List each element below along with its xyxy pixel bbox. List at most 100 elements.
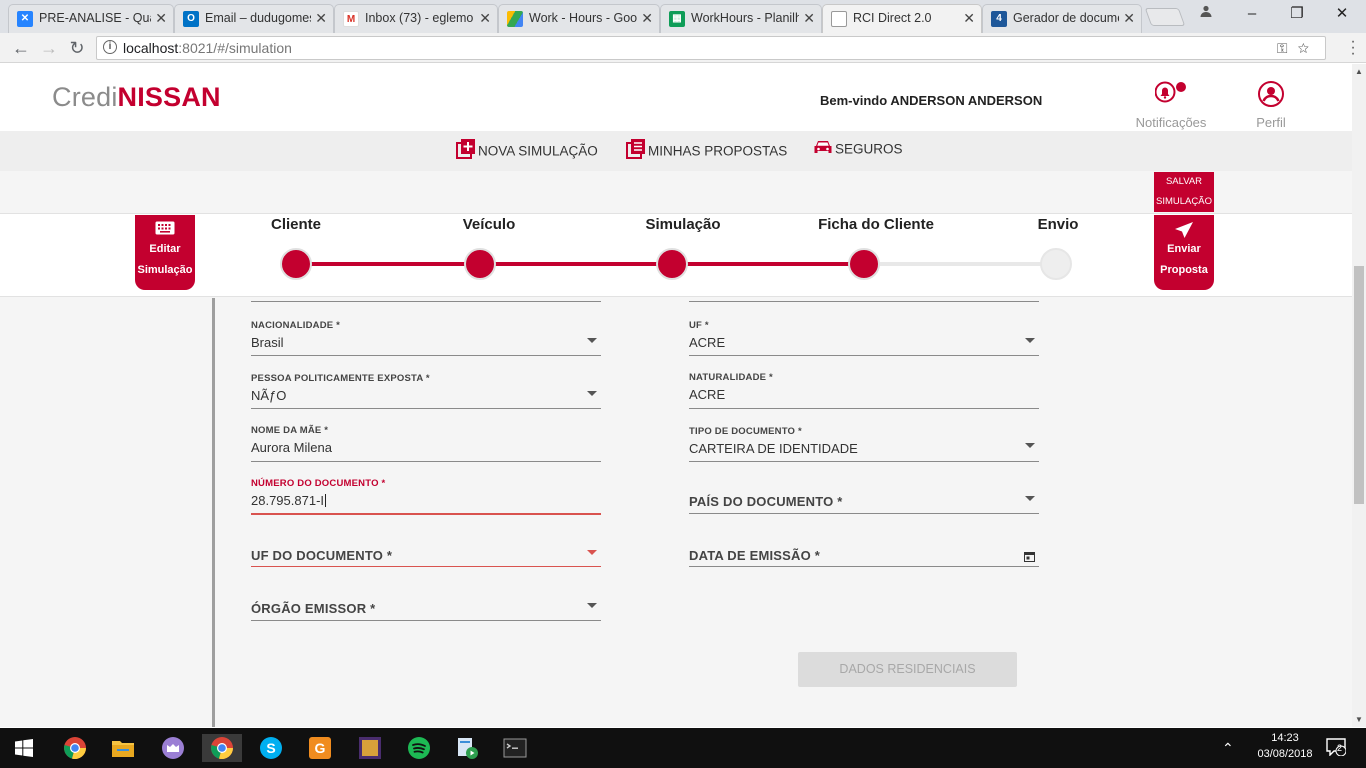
user-icon xyxy=(1248,80,1294,111)
doc-type-select[interactable]: TIPO DE DOCUMENTO * CARTEIRA DE IDENTIDA… xyxy=(689,426,1039,462)
browser-tab[interactable]: 4 Gerador de docume ✕ xyxy=(982,4,1142,33)
outlook-icon: O xyxy=(183,11,199,27)
browser-tab[interactable]: Work - Hours - Goo ✕ xyxy=(498,4,660,33)
user-profile-icon[interactable] xyxy=(1184,0,1228,28)
page-icon xyxy=(831,11,847,27)
close-tab-icon[interactable]: ✕ xyxy=(1123,5,1135,31)
minimize-icon[interactable]: – xyxy=(1230,0,1274,28)
drive-icon xyxy=(507,11,523,27)
save-simulation-button[interactable]: SALVAR SIMULAÇÃO xyxy=(1154,172,1214,212)
forward-icon[interactable]: → xyxy=(38,37,60,59)
nav-new-simulation[interactable]: NOVA SIMULAÇÃO xyxy=(456,139,598,165)
doc-number-field[interactable]: NÚMERO DO DOCUMENTO * 28.795.871-I xyxy=(251,478,601,515)
chrome-active-icon[interactable] xyxy=(202,734,242,762)
file-explorer-icon[interactable] xyxy=(108,734,138,762)
add-document-icon xyxy=(456,139,476,165)
spotify-icon[interactable] xyxy=(404,734,434,762)
scroll-up-icon[interactable]: ▲ xyxy=(1355,67,1363,76)
notifications-button[interactable]: Notificações xyxy=(1133,80,1209,130)
send-arrow-icon xyxy=(1154,221,1214,239)
chat-app-icon[interactable] xyxy=(158,734,188,762)
browser-tab[interactable]: ✕ PRE-ANALISE - Qua ✕ xyxy=(8,4,174,33)
car-icon xyxy=(813,139,833,161)
close-tab-icon[interactable]: ✕ xyxy=(803,5,815,31)
web-page: CrediNISSAN Bem-vindo ANDERSON ANDERSON … xyxy=(0,64,1352,727)
step-dot-envio[interactable] xyxy=(1040,248,1072,280)
chrome-icon[interactable] xyxy=(60,734,90,762)
edit-simulation-button[interactable]: Editar Simulação xyxy=(135,215,195,290)
nav-my-proposals[interactable]: MINHAS PROPOSTAS xyxy=(626,139,787,165)
profile-button[interactable]: Perfil xyxy=(1248,80,1294,130)
close-tab-icon[interactable]: ✕ xyxy=(315,5,327,31)
new-tab-button[interactable] xyxy=(1144,8,1186,26)
mother-name-field[interactable]: NOME DA MÃE * Aurora Milena xyxy=(251,425,601,462)
uf-select[interactable]: UF * ACRE xyxy=(689,320,1039,356)
sheets-icon: ▦ xyxy=(669,11,685,27)
step-dot-ficha[interactable] xyxy=(848,248,880,280)
send-proposal-button[interactable]: Enviar Proposta xyxy=(1154,215,1214,290)
restore-icon[interactable]: ❐ xyxy=(1275,0,1319,28)
windows-start-icon[interactable] xyxy=(9,734,39,762)
issuer-select[interactable]: ÓRGÃO EMISSOR * xyxy=(251,601,601,621)
browser-tab[interactable]: ▦ WorkHours - Planilh ✕ xyxy=(660,4,822,33)
step-label-envio: Envio xyxy=(1037,216,1079,233)
actions-band xyxy=(0,171,1352,213)
scrollbar-thumb[interactable] xyxy=(1354,266,1364,504)
pdf-tool-icon[interactable]: G xyxy=(305,734,335,762)
back-icon[interactable]: ← xyxy=(10,37,32,59)
residential-data-button[interactable]: DADOS RESIDENCIAIS xyxy=(798,652,1017,687)
terminal-icon[interactable] xyxy=(500,734,530,762)
step-progress-line-pending xyxy=(864,262,1056,266)
chevron-down-icon xyxy=(587,550,597,555)
main-navigation: NOVA SIMULAÇÃO MINHAS PROPOSTAS SEGUROS xyxy=(0,131,1352,171)
step-dot-veiculo[interactable] xyxy=(464,248,496,280)
close-tab-icon[interactable]: ✕ xyxy=(479,5,491,31)
clock[interactable]: 14:23 03/08/2018 xyxy=(1250,732,1320,760)
gmail-icon: M xyxy=(343,11,359,27)
close-tab-icon[interactable]: ✕ xyxy=(641,5,653,31)
action-center-icon[interactable]: 2 xyxy=(1324,738,1348,759)
nationality-select[interactable]: NACIONALIDADE * Brasil xyxy=(251,320,601,356)
jira-icon: ✕ xyxy=(17,11,33,27)
step-dot-simulacao[interactable] xyxy=(656,248,688,280)
credinissan-logo[interactable]: CrediNISSAN xyxy=(52,82,221,113)
browser-tab[interactable]: O Email – dudugomes ✕ xyxy=(174,4,334,33)
bookmark-star-icon[interactable]: ☆ xyxy=(1298,40,1319,56)
chevron-down-icon xyxy=(1025,443,1035,448)
doc-uf-select[interactable]: UF DO DOCUMENTO * xyxy=(251,548,601,567)
close-tab-icon[interactable]: ✕ xyxy=(963,5,975,31)
keyboard-icon xyxy=(135,221,195,239)
issue-date-field[interactable]: DATA DE EMISSÃO * xyxy=(689,548,1039,567)
site-info-icon[interactable]: i xyxy=(103,40,117,54)
step-dot-cliente[interactable] xyxy=(280,248,312,280)
key-icon[interactable]: ⚿ xyxy=(1277,40,1298,56)
url-input[interactable]: i localhost:8021/#/simulation ⚿☆ xyxy=(96,36,1326,60)
browser-menu-icon[interactable]: · · · xyxy=(1350,34,1356,62)
browser-tab-active[interactable]: RCI Direct 2.0 ✕ xyxy=(822,4,982,33)
tray-expand-icon[interactable]: ⌃ xyxy=(1222,740,1234,757)
close-window-icon[interactable]: ✕ xyxy=(1320,0,1364,28)
step-label-ficha: Ficha do Cliente xyxy=(818,216,934,233)
nav-insurance[interactable]: SEGUROS xyxy=(813,139,903,161)
svg-text:S: S xyxy=(266,740,275,756)
calendar-icon[interactable] xyxy=(1024,549,1035,567)
game-app-icon[interactable] xyxy=(355,734,385,762)
form-area xyxy=(0,298,1352,727)
browser-tab[interactable]: M Inbox (73) - eglemo ✕ xyxy=(334,4,498,33)
scroll-down-icon[interactable]: ▼ xyxy=(1355,715,1363,724)
4devs-icon: 4 xyxy=(991,11,1007,27)
form-left-border xyxy=(212,298,215,727)
doc-country-select[interactable]: PAÍS DO DOCUMENTO * xyxy=(689,494,1039,514)
reload-icon[interactable]: ↻ xyxy=(66,37,88,59)
address-bar-row: ← → ↻ i localhost:8021/#/simulation ⚿☆ ·… xyxy=(0,33,1366,63)
welcome-message: Bem-vindo ANDERSON ANDERSON xyxy=(820,93,1043,108)
chevron-down-icon xyxy=(587,391,597,396)
previous-field-underline xyxy=(689,298,1039,302)
media-app-icon[interactable] xyxy=(452,734,482,762)
skype-icon[interactable]: S xyxy=(256,734,286,762)
close-tab-icon[interactable]: ✕ xyxy=(155,5,167,31)
page-scrollbar[interactable]: ▲ ▼ xyxy=(1352,64,1366,727)
pep-select[interactable]: PESSOA POLITICAMENTE EXPOSTA * NÃƒO xyxy=(251,373,601,409)
birthplace-field[interactable]: NATURALIDADE * ACRE xyxy=(689,372,1039,409)
windows-taskbar: S G ⌃ 14:23 03/08/2018 2 xyxy=(0,728,1366,768)
